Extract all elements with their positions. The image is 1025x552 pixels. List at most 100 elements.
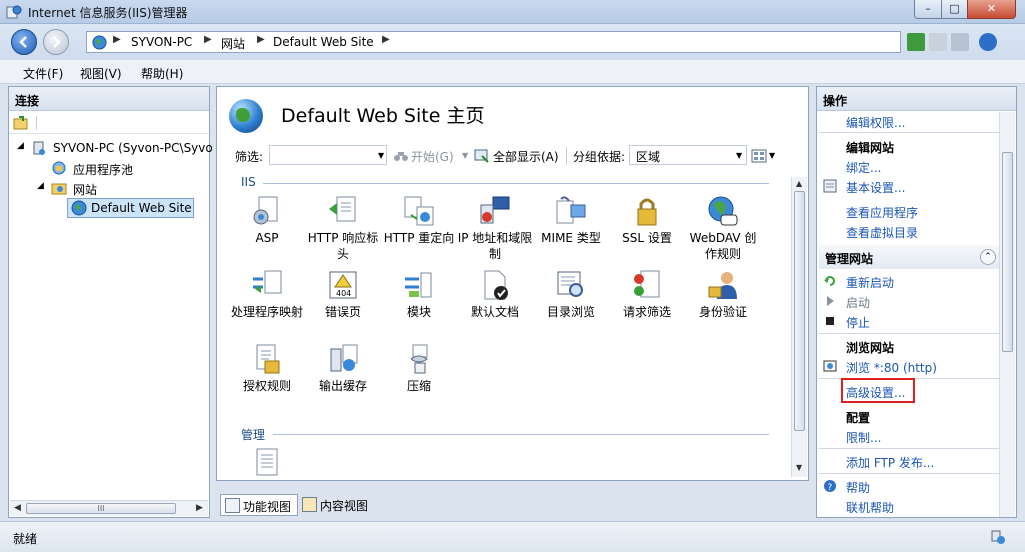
feature-default-document[interactable]: 默认文档 [457, 269, 533, 320]
globe-icon [71, 200, 87, 216]
feature-http-redirect[interactable]: HTTP 重定向 [381, 195, 457, 246]
back-button[interactable] [11, 29, 37, 55]
start-button[interactable]: 开始(G) [411, 148, 454, 165]
expand-icon[interactable]: ◢ [17, 141, 24, 151]
scroll-left-icon[interactable]: ◀ [14, 503, 21, 513]
browse-icon [823, 360, 837, 372]
chevron-down-icon[interactable]: ▼ [378, 151, 384, 160]
feature-output-caching[interactable]: 输出缓存 [305, 343, 381, 394]
browse-http-link[interactable]: 浏览 *:80 (http) [817, 356, 1000, 376]
start-link[interactable]: 启动 [817, 291, 1000, 311]
feature-asp[interactable]: ASP [229, 195, 305, 246]
http-redirect-icon [404, 196, 434, 226]
feature-label: WebDAV 创作规则 [689, 231, 757, 261]
feature-ssl-settings[interactable]: SSL 设置 [609, 195, 685, 246]
advanced-settings-highlight [841, 378, 915, 403]
tree-item-sites[interactable]: ◢ 网站 [15, 179, 185, 197]
feature-request-filtering[interactable]: 请求筛选 [609, 269, 685, 320]
feature-configuration-editor[interactable] [229, 447, 305, 479]
feature-handler-mappings[interactable]: 处理程序映射 [229, 269, 305, 320]
features-vscrollbar[interactable]: ▲ ▼ [791, 177, 807, 477]
collapse-icon[interactable]: ⌃ [980, 249, 996, 265]
add-ftp-publishing-link[interactable]: 添加 FTP 发布... [817, 451, 1000, 471]
title-bar: Internet 信息服务(IIS)管理器 – □ ✕ [0, 0, 1025, 24]
modules-icon [405, 272, 432, 298]
feature-error-pages[interactable]: 404 错误页 [305, 269, 381, 320]
refresh-icon[interactable] [907, 33, 925, 51]
http-headers-icon [329, 196, 356, 222]
view-mode-icon[interactable] [751, 148, 767, 164]
connect-icon[interactable] [13, 115, 29, 131]
menu-help[interactable]: 帮助(H) [141, 65, 183, 82]
group-by-select[interactable]: 区域 ▼ [629, 145, 747, 165]
chevron-down-icon[interactable]: ▼ [462, 151, 468, 160]
feature-authentication[interactable]: 身份验证 [685, 269, 761, 320]
breadcrumb-sites[interactable]: 网站 [221, 35, 245, 52]
actions-panel: 操作 编辑权限... 编辑网站 绑定... 基本设置... 查看应用程序 查看虚… [816, 86, 1017, 518]
feature-compression[interactable]: 压缩 [381, 343, 457, 394]
webdav-icon [708, 196, 738, 226]
breadcrumb-separator: ▶ [113, 34, 121, 45]
sites-folder-icon [51, 183, 67, 195]
error-pages-icon: 404 [329, 271, 357, 299]
restart-link[interactable]: 重新启动 [817, 271, 1000, 291]
stop-icon[interactable] [929, 33, 947, 51]
home-icon[interactable] [951, 33, 969, 51]
help-link[interactable]: ? 帮助 [817, 476, 1000, 496]
scroll-down-icon[interactable]: ▼ [796, 463, 802, 472]
menu-view[interactable]: 视图(V) [80, 65, 122, 82]
expand-icon[interactable]: ◢ [37, 181, 44, 191]
tree-item-app-pools[interactable]: 应用程序池 [15, 159, 185, 177]
basic-settings-link[interactable]: 基本设置... [817, 176, 1000, 196]
feature-ip-restrictions[interactable]: IP 地址和域限制 [457, 195, 533, 262]
feature-webdav[interactable]: WebDAV 创作规则 [685, 195, 761, 262]
breadcrumb-separator: ▶ [382, 34, 390, 45]
tab-features-view[interactable]: 功能视图 [220, 494, 298, 516]
maximize-button[interactable]: □ [941, 0, 968, 19]
mime-types-icon [556, 196, 586, 224]
tree-item-server[interactable]: ◢ SYVON-PC (Syvon-PC\Syvo [15, 139, 213, 157]
bindings-link[interactable]: 绑定... [817, 156, 1000, 176]
feature-label: 授权规则 [242, 379, 291, 393]
window-title: Internet 信息服务(IIS)管理器 [28, 6, 188, 20]
scroll-thumb[interactable]: III [26, 503, 176, 514]
address-bar[interactable]: ▶ SYVON-PC ▶ 网站 ▶ Default Web Site ▶ [86, 31, 901, 53]
view-applications-link[interactable]: 查看应用程序 [817, 201, 1000, 221]
stop-link[interactable]: 停止 [817, 311, 1000, 331]
online-help-link[interactable]: 联机帮助 [817, 496, 1000, 516]
chevron-down-icon[interactable]: ▼ [736, 151, 742, 160]
edit-permissions-link[interactable]: 编辑权限... [817, 111, 1000, 131]
connections-toolbar [9, 112, 209, 134]
view-virtual-directories-link[interactable]: 查看虚拟目录 [817, 221, 1000, 241]
features-panel: Default Web Site 主页 筛选: ▼ 开始(G) ▼ 全部显示(A… [216, 86, 809, 481]
actions-vscrollbar[interactable] [999, 112, 1015, 517]
scroll-thumb[interactable] [1002, 152, 1013, 352]
forward-button[interactable] [43, 29, 69, 55]
tree-item-label: 网站 [73, 183, 98, 197]
scroll-up-icon[interactable]: ▲ [796, 179, 802, 188]
feature-label: ASP [255, 231, 279, 245]
feature-authorization-rules[interactable]: 授权规则 [229, 343, 305, 394]
feature-mime-types[interactable]: MIME 类型 [533, 195, 609, 246]
minimize-button[interactable]: – [914, 0, 942, 19]
feature-directory-browsing[interactable]: 目录浏览 [533, 269, 609, 320]
filter-input[interactable]: ▼ [269, 145, 387, 165]
scroll-right-icon[interactable]: ▶ [196, 503, 203, 513]
help-icon[interactable] [979, 33, 997, 51]
tree-item-default-web-site[interactable]: Default Web Site [67, 198, 194, 218]
tab-label: 内容视图 [320, 499, 369, 513]
breadcrumb-site[interactable]: Default Web Site [273, 35, 374, 49]
limits-link[interactable]: 限制... [817, 426, 1000, 446]
feature-modules[interactable]: 模块 [381, 269, 457, 320]
close-button[interactable]: ✕ [967, 0, 1016, 19]
show-all-button[interactable]: 全部显示(A) [493, 148, 559, 165]
chevron-down-icon[interactable]: ▼ [769, 151, 775, 160]
tree-item-label: 应用程序池 [73, 163, 134, 177]
globe-icon [92, 35, 107, 50]
connections-hscrollbar[interactable]: ◀ III ▶ [10, 500, 208, 516]
breadcrumb-server[interactable]: SYVON-PC [131, 35, 192, 49]
feature-http-headers[interactable]: HTTP 响应标头 [305, 195, 381, 262]
tab-content-view[interactable]: 内容视图 [298, 494, 378, 516]
scroll-thumb[interactable] [794, 191, 805, 431]
menu-file[interactable]: 文件(F) [23, 65, 63, 82]
